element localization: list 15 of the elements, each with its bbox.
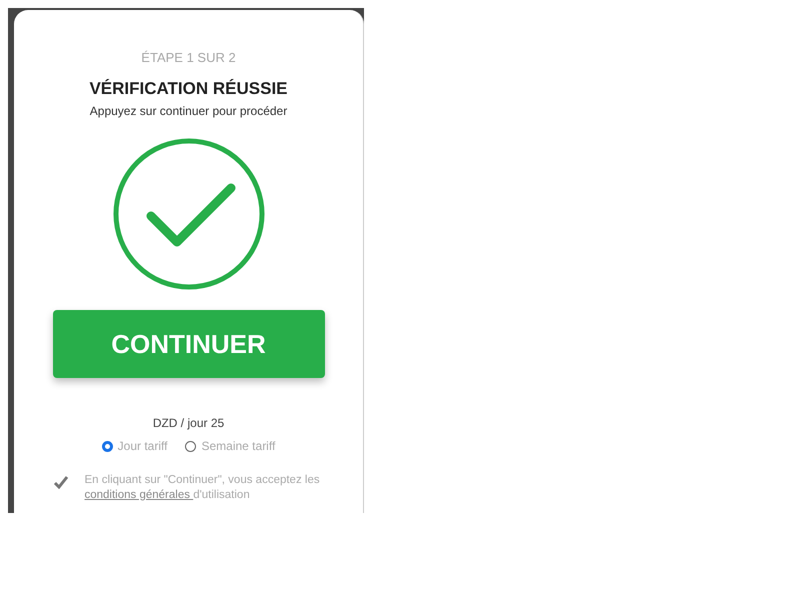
continue-button[interactable]: CONTINUER	[52, 310, 324, 378]
rate-option[interactable]: Semaine tariff	[185, 439, 276, 453]
title: VÉRIFICATION RÉUSSIE	[89, 79, 288, 99]
rate-option[interactable]: Jour tariff	[102, 439, 168, 453]
terms-text: En cliquant sur "Continuer", vous acceptez les conditions générales d'utilisation	[84, 473, 321, 503]
terms-link[interactable]: conditions générales	[84, 489, 194, 501]
rate-label: Jour tariff	[118, 439, 168, 453]
price-label: DZD / jour 25	[152, 416, 224, 430]
radio-icon[interactable]	[102, 440, 113, 452]
rate-label: Semaine tariff	[201, 439, 276, 453]
step-label: ÉTAPE 1 SUR 2	[141, 50, 236, 65]
check-circle-icon	[110, 136, 266, 292]
checkmark-icon	[52, 475, 68, 489]
subtitle: Appuyez sur continuer pour procéder	[90, 104, 288, 118]
radio-icon[interactable]	[185, 440, 196, 452]
